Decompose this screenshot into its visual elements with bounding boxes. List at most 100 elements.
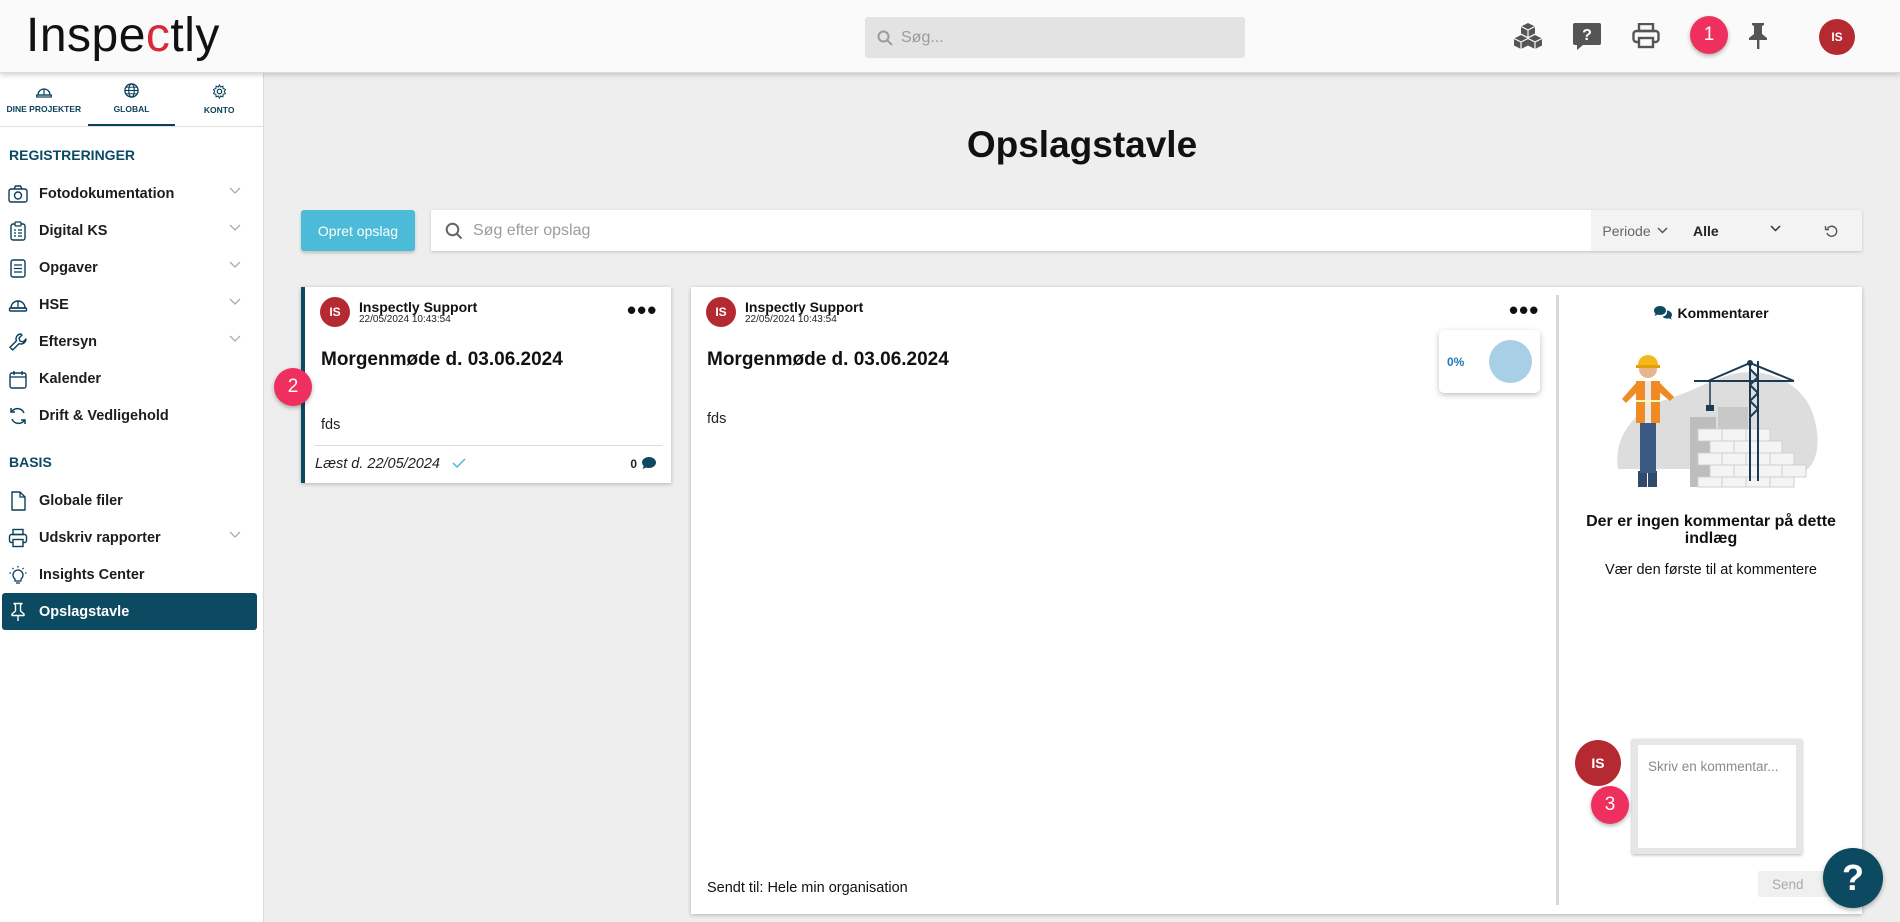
filter-select[interactable]: Alle [1679,210,1799,251]
search-icon [877,30,893,46]
sidebar-item-eftersyn[interactable]: Eftersyn [0,323,263,360]
post-filter-bar: Søg efter opslag Periode Alle [431,210,1862,251]
refresh-icon [10,407,26,425]
post-date: 22/05/2024 10:43:54 [745,314,837,325]
sidebar-item-fotodokumentation[interactable]: Fotodokumentation [0,175,263,212]
tab-dine-projekter[interactable]: DINE PROJEKTER [0,73,88,126]
undo-icon [1824,225,1837,237]
read-status-label: Læst d. 22/05/2024 [315,456,440,472]
comment-icon [642,457,656,469]
app-logo[interactable]: Inspectly [26,11,220,61]
search-icon [445,222,463,239]
sidebar-item-digital-ks[interactable]: Digital KS [0,212,263,249]
logo-text-end: tly [170,9,220,62]
read-progress-label: 0% [1447,355,1465,369]
sidebar-item-globale-filer[interactable]: Globale filer [0,482,263,519]
chevron-down-icon [229,335,241,342]
annotation-marker-3: 3 [1591,786,1629,824]
period-dropdown[interactable]: Periode [1591,210,1679,251]
post-detail-panel: IS Inspectly Support 22/05/2024 10:43:54… [691,287,1862,914]
comments-icon [1654,306,1673,320]
top-bar: Inspectly Søg... ? IS [0,0,1900,73]
post-body: fds [707,411,727,427]
create-post-button[interactable]: Opret opslag [301,210,415,251]
sidebar-item-label: Fotodokumentation [39,185,175,202]
user-avatar[interactable]: IS [1819,19,1855,55]
globe-icon [124,83,139,98]
comment-input[interactable]: Skriv en kommentar... [1632,739,1802,854]
reset-filter-button[interactable] [1799,210,1862,251]
sidebar-item-label: Drift & Vedligehold [39,407,169,424]
sidebar-item-label: Opgaver [39,259,98,276]
logo-text-accent: c [145,9,171,62]
post-title: Morgenmøde d. 03.06.2024 [707,349,949,370]
post-card-footer: Læst d. 22/05/2024 0 [315,445,663,481]
read-status: Læst d. 22/05/2024 [315,456,466,472]
camera-icon [8,185,28,203]
read-progress-circle [1489,340,1532,383]
sent-to-label: Sendt til: Hele min organisation [707,880,908,896]
file-icon [11,491,26,511]
printer-icon [8,528,28,548]
tab-konto[interactable]: KONTO [175,73,263,126]
sidebar-item-label: Globale filer [39,492,123,509]
tab-konto-label: KONTO [203,105,235,115]
help-button[interactable]: ? [1823,848,1883,908]
post-body: fds [321,417,341,433]
sidebar-item-insights-center[interactable]: Insights Center [0,556,263,593]
post-title: Morgenmøde d. 03.06.2024 [321,349,563,370]
chevron-down-icon [229,298,241,305]
chevron-down-icon [229,224,241,231]
author-avatar: IS [706,297,736,327]
sidebar-item-kalender[interactable]: Kalender [0,360,263,397]
hard-hat-icon [8,300,28,312]
sidebar-tabs: DINE PROJEKTER GLOBAL KONTO [0,73,263,127]
read-progress-widget: 0% [1439,330,1540,393]
no-comments-title: Der er ingen kommentar på dette indlæg [1586,513,1836,547]
calendar-icon [9,371,27,389]
tab-global-label: GLOBAL [113,104,150,114]
author-avatar: IS [320,297,350,327]
annotation-marker-2: 2 [274,368,312,406]
sidebar-item-opslagstavle[interactable]: Opslagstavle [2,593,257,630]
helmet-icon [35,87,52,98]
post-search-input[interactable]: Søg efter opslag [473,222,590,240]
sidebar-item-hse[interactable]: HSE [0,286,263,323]
pin-icon[interactable] [1740,18,1776,54]
sidebar-item-label: Insights Center [39,566,145,583]
cubes-icon[interactable] [1510,18,1546,54]
sidebar-item-label: Opslagstavle [39,603,130,620]
global-search-placeholder: Søg... [901,28,944,46]
comments-heading: Kommentarer [1560,305,1862,321]
tab-dine-projekter-label: DINE PROJEKTER [6,103,82,114]
section-basis: BASIS [9,454,52,470]
wrench-icon [9,333,27,351]
post-date: 22/05/2024 10:43:54 [359,314,451,325]
more-options-icon[interactable]: ••• [1509,297,1539,323]
post-author: Inspectly Support [745,299,864,315]
sidebar-item-opgaver[interactable]: Opgaver [0,249,263,286]
section-registreringer: REGISTRERINGER [9,147,136,163]
global-search-input[interactable]: Søg... [865,17,1245,58]
tab-global[interactable]: GLOBAL [87,73,176,126]
comments-heading-label: Kommentarer [1677,305,1769,321]
sidebar-item-drift-vedligehold[interactable]: Drift & Vedligehold [0,397,263,434]
task-list-icon [10,259,26,278]
help-icon[interactable]: ? [1569,18,1605,54]
print-icon[interactable] [1628,18,1664,54]
sidebar: DINE PROJEKTER GLOBAL KONTO REGISTRERING… [0,73,264,922]
lightbulb-icon [9,566,27,584]
no-comments-subtitle: Vær den første til at kommentere [1605,562,1817,578]
gear-icon [212,84,226,99]
construction-worker-illustration [1617,355,1818,488]
post-card[interactable]: IS Inspectly Support 22/05/2024 10:43:54… [301,287,671,483]
chevron-down-icon [229,531,241,538]
annotation-marker-1: 1 [1690,16,1728,54]
chevron-down-icon [229,261,241,268]
page-title: Opslagstavle [966,124,1198,165]
filter-select-value: Alle [1693,222,1719,239]
panel-divider [1556,295,1559,905]
more-options-icon[interactable]: ••• [627,297,657,323]
sidebar-item-udskriv-rapporter[interactable]: Udskriv rapporter [0,519,263,556]
comment-count: 0 [630,457,637,471]
